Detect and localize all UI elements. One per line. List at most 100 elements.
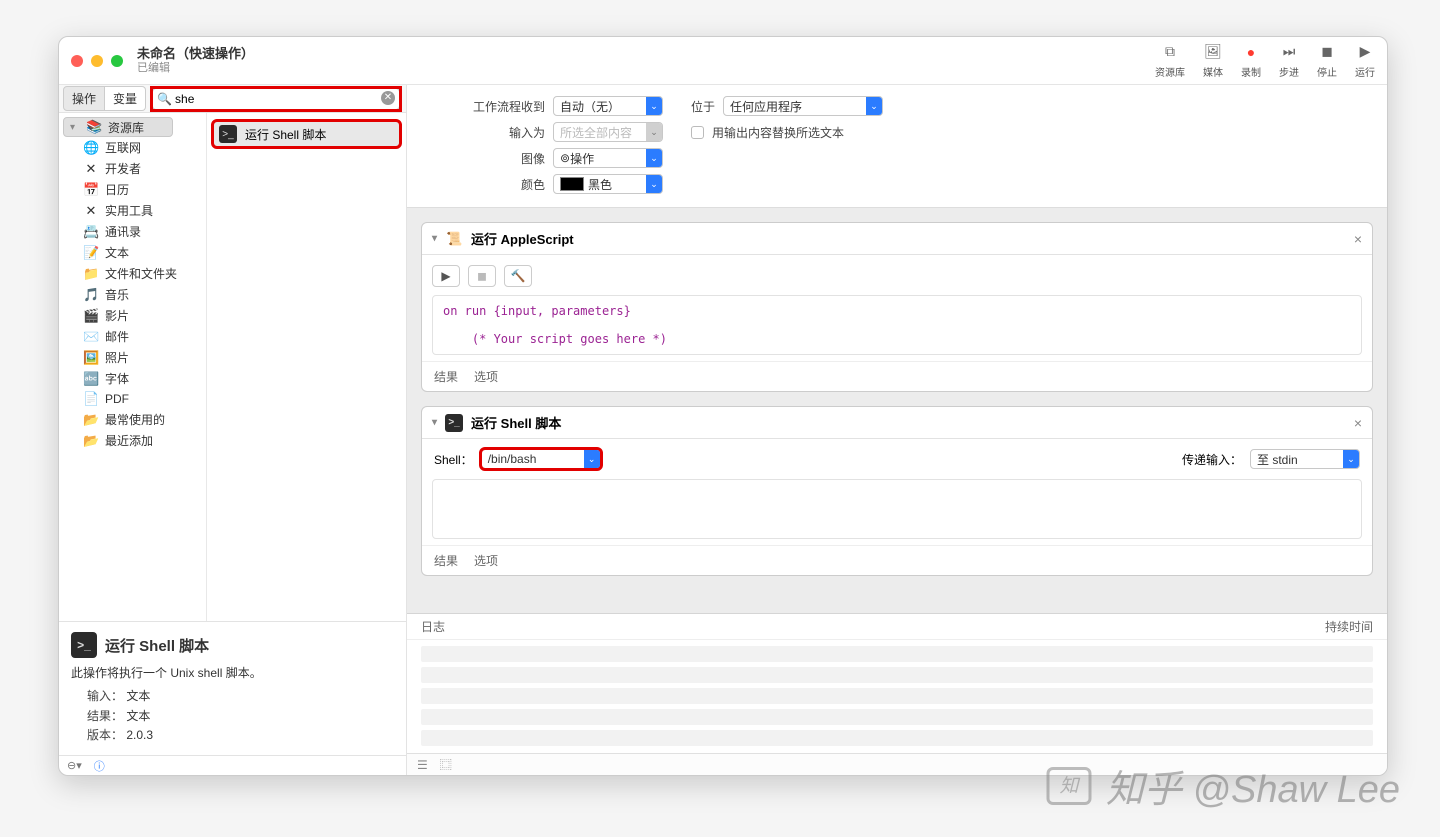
library-item[interactable]: 🌐互联网 [59, 137, 206, 158]
applescript-icon: 📜 [445, 230, 463, 248]
receives-label: 工作流程收到 [427, 98, 545, 115]
library-item[interactable]: 🖼️照片 [59, 347, 206, 368]
titlebar: 未命名（快速操作） 已编辑 ⧉资源库 🖼媒体 ●录制 ⏭步进 ◼停止 ▶运行 [59, 37, 1387, 85]
window-title: 未命名（快速操作） [137, 46, 254, 62]
category-icon: 🔤 [83, 371, 99, 387]
shell-select[interactable]: /bin/bash⌄ [481, 449, 601, 469]
media-icon: 🖼 [1204, 43, 1222, 61]
library-item[interactable]: 📂最常使用的 [59, 409, 206, 430]
library-item[interactable]: 🎬影片 [59, 305, 206, 326]
replace-label: 用输出内容替换所选文本 [712, 124, 844, 141]
chevron-down-icon[interactable]: ▾ [432, 417, 437, 428]
category-icon: 🌐 [83, 140, 99, 156]
receives-select[interactable]: 自动（无）⌄ [553, 96, 663, 116]
results-tab[interactable]: 结果 [434, 368, 458, 385]
category-icon: 🖼️ [83, 350, 99, 366]
pass-input-select[interactable]: 至 stdin⌄ [1250, 449, 1360, 469]
close-action-button[interactable]: × [1354, 231, 1362, 247]
library-item[interactable]: ✉️邮件 [59, 326, 206, 347]
library-icon: 📚 [86, 119, 102, 135]
close-action-button[interactable]: × [1354, 415, 1362, 431]
log-row [421, 730, 1373, 746]
image-select[interactable]: ⊚ 操作⌄ [553, 148, 663, 168]
window-subtitle: 已编辑 [137, 62, 254, 75]
flow-view-icon[interactable]: ⿴ [440, 756, 452, 773]
svg-text:知: 知 [1059, 776, 1080, 797]
toolbar-library[interactable]: ⧉资源库 [1155, 43, 1185, 79]
toolbar-actions: ⧉资源库 🖼媒体 ●录制 ⏭步进 ◼停止 ▶运行 [1155, 43, 1375, 79]
tab-actions[interactable]: 操作 [63, 86, 105, 111]
chevron-down-icon[interactable]: ▾ [432, 233, 437, 244]
log-panel: 日志 持续时间 [407, 613, 1387, 753]
library-item[interactable]: ✕开发者 [59, 158, 206, 179]
toolbar-record[interactable]: ●录制 [1241, 43, 1261, 79]
toolbar-media[interactable]: 🖼媒体 [1203, 43, 1223, 79]
library-item[interactable]: 📅日历 [59, 179, 206, 200]
automator-window: 未命名（快速操作） 已编辑 ⧉资源库 🖼媒体 ●录制 ⏭步进 ◼停止 ▶运行 操… [58, 36, 1388, 776]
log-rows [407, 640, 1387, 757]
tab-variables[interactable]: 变量 [105, 86, 146, 111]
image-label: 图像 [427, 150, 545, 167]
script-compile-button[interactable]: 🔨 [504, 265, 532, 287]
applescript-editor[interactable]: on run {input, parameters} (* Your scrip… [432, 295, 1362, 355]
log-row [421, 688, 1373, 704]
library-tabs: 操作 变量 [63, 86, 146, 111]
category-icon: 📅 [83, 182, 99, 198]
play-icon: ▶ [1356, 43, 1374, 61]
log-row [421, 646, 1373, 662]
toolbar-step[interactable]: ⏭步进 [1279, 43, 1299, 79]
category-icon: ✉️ [83, 329, 99, 345]
library-item[interactable]: 📁文件和文件夹 [59, 263, 206, 284]
log-column: 日志 [421, 618, 445, 635]
library-item[interactable]: 📄PDF [59, 389, 206, 409]
library-item[interactable]: 📇通讯录 [59, 221, 206, 242]
application-select[interactable]: 任何应用程序⌄ [723, 96, 883, 116]
replace-checkbox[interactable] [691, 126, 704, 139]
terminal-icon: >_ [445, 414, 463, 432]
library-item[interactable]: 🔤字体 [59, 368, 206, 389]
input-as-label: 输入为 [427, 124, 545, 141]
color-swatch [560, 177, 584, 191]
action-applescript: ▾ 📜 运行 AppleScript × ▶ ◼ 🔨 on run {input… [421, 222, 1373, 392]
library-item[interactable]: 📂最近添加 [59, 430, 206, 451]
clear-search-icon[interactable]: ✕ [381, 91, 395, 105]
script-stop-button[interactable]: ◼ [468, 265, 496, 287]
minimize-window-button[interactable] [91, 55, 103, 67]
category-icon: 📝 [83, 245, 99, 261]
library-item[interactable]: ✕实用工具 [59, 200, 206, 221]
result-run-shell[interactable]: >_ 运行 Shell 脚本 [213, 121, 400, 147]
color-label: 颜色 [427, 176, 545, 193]
sidebar-icon: ⧉ [1161, 43, 1179, 61]
step-icon: ⏭ [1280, 43, 1298, 61]
library-item[interactable]: 🎵音乐 [59, 284, 206, 305]
toolbar-run[interactable]: ▶运行 [1355, 43, 1375, 79]
library-item[interactable]: 📝文本 [59, 242, 206, 263]
terminal-icon: >_ [71, 632, 97, 658]
input-as-select[interactable]: 所选全部内容⌄ [553, 122, 663, 142]
options-tab[interactable]: 选项 [474, 368, 498, 385]
script-run-button[interactable]: ▶ [432, 265, 460, 287]
search-input[interactable] [152, 88, 400, 110]
list-view-icon[interactable]: ☰ [417, 758, 428, 772]
workflow-canvas[interactable]: ▾ 📜 运行 AppleScript × ▶ ◼ 🔨 on run {input… [407, 208, 1387, 613]
category-icon: 📂 [83, 433, 99, 449]
library-root[interactable]: ▾ 📚 资源库 [63, 117, 173, 137]
color-select[interactable]: 黑色⌄ [553, 174, 663, 194]
stop-icon: ◼ [1318, 43, 1336, 61]
shell-label: Shell： [434, 451, 473, 468]
results-tab[interactable]: 结果 [434, 552, 458, 569]
toolbar-stop[interactable]: ◼停止 [1317, 43, 1337, 79]
options-tab[interactable]: 选项 [474, 552, 498, 569]
category-icon: 🎬 [83, 308, 99, 324]
gear-icon[interactable]: ⊖▾ [67, 759, 82, 772]
close-window-button[interactable] [71, 55, 83, 67]
zoom-window-button[interactable] [111, 55, 123, 67]
traffic-lights [71, 55, 123, 67]
shell-script-editor[interactable] [432, 479, 1362, 539]
action-shell: ▾ >_ 运行 Shell 脚本 × Shell： /bin/bash⌄ 传递输… [421, 406, 1373, 576]
log-row [421, 709, 1373, 725]
at-label: 位于 [691, 98, 715, 115]
info-icon[interactable]: ⓘ [94, 758, 105, 774]
duration-column: 持续时间 [1325, 618, 1373, 635]
action-description: >_ 运行 Shell 脚本 此操作将执行一个 Unix shell 脚本。 输… [59, 621, 406, 755]
